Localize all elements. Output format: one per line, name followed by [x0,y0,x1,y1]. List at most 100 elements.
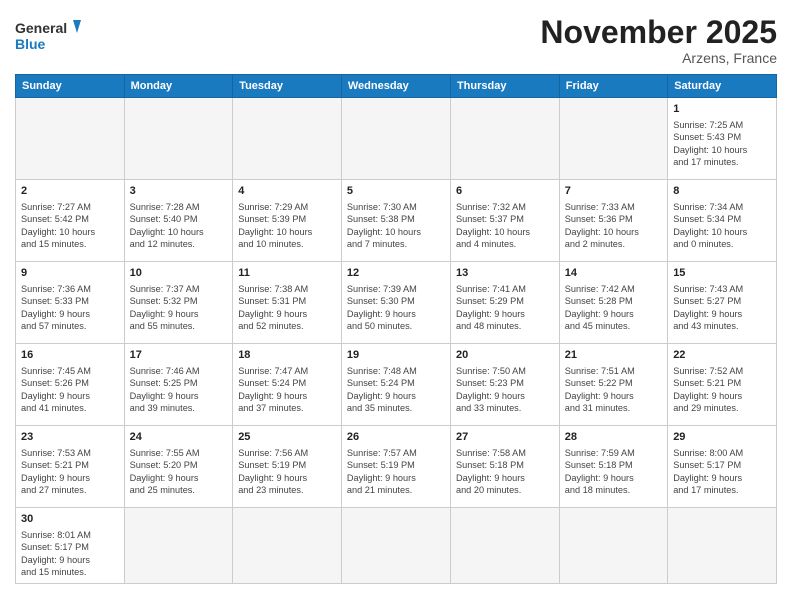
day-info: Sunrise: 7:38 AM Sunset: 5:31 PM Dayligh… [238,283,336,333]
month-title: November 2025 [540,15,777,50]
header-friday: Friday [559,75,667,98]
day-number: 9 [21,266,119,281]
day-number: 3 [130,184,228,199]
table-cell: 8 Sunrise: 7:34 AM Sunset: 5:34 PM Daylig… [668,180,777,262]
table-cell: 1 Sunrise: 7:25 AM Sunset: 5:43 PM Daylig… [668,98,777,180]
day-info: Sunrise: 7:47 AM Sunset: 5:24 PM Dayligh… [238,365,336,415]
day-info: Sunrise: 7:43 AM Sunset: 5:27 PM Dayligh… [673,283,771,333]
table-cell: 19 Sunrise: 7:48 AM Sunset: 5:24 PM Dayli… [341,344,450,426]
day-number: 26 [347,430,445,445]
day-info: Sunrise: 7:48 AM Sunset: 5:24 PM Dayligh… [347,365,445,415]
header-sunday: Sunday [16,75,125,98]
day-info: Sunrise: 7:27 AM Sunset: 5:42 PM Dayligh… [21,201,119,251]
day-info: Sunrise: 7:56 AM Sunset: 5:19 PM Dayligh… [238,447,336,497]
table-cell [124,508,233,584]
table-cell: 24 Sunrise: 7:55 AM Sunset: 5:20 PM Dayli… [124,426,233,508]
day-number: 28 [565,430,662,445]
day-number: 25 [238,430,336,445]
table-cell: 21Sunrise: 7:51 AM Sunset: 5:22 PM Dayli… [559,344,667,426]
day-number: 6 [456,184,554,199]
table-cell: 18 Sunrise: 7:47 AM Sunset: 5:24 PM Dayli… [233,344,342,426]
day-info: Sunrise: 7:55 AM Sunset: 5:20 PM Dayligh… [130,447,228,497]
table-cell: 27 Sunrise: 7:58 AM Sunset: 5:18 PM Dayli… [450,426,559,508]
day-number: 22 [673,348,771,363]
table-cell: 30Sunrise: 8:01 AM Sunset: 5:17 PM Dayli… [16,508,125,584]
day-info: Sunrise: 7:51 AM Sunset: 5:22 PM Dayligh… [565,365,662,415]
location: Arzens, France [540,50,777,66]
svg-text:General: General [15,20,67,36]
table-cell: 2Sunrise: 7:27 AM Sunset: 5:42 PM Daylig… [16,180,125,262]
day-info: Sunrise: 7:33 AM Sunset: 5:36 PM Dayligh… [565,201,662,251]
day-info: Sunrise: 7:25 AM Sunset: 5:43 PM Dayligh… [673,119,771,169]
day-number: 27 [456,430,554,445]
table-cell: 9 Sunrise: 7:36 AM Sunset: 5:33 PM Daylig… [16,262,125,344]
table-cell: 14 Sunrise: 7:42 AM Sunset: 5:28 PM Dayli… [559,262,667,344]
header: General Blue November 2025 Arzens, Franc… [15,15,777,66]
table-cell [559,508,667,584]
table-cell: 10 Sunrise: 7:37 AM Sunset: 5:32 PM Dayli… [124,262,233,344]
day-number: 10 [130,266,228,281]
day-info: Sunrise: 7:58 AM Sunset: 5:18 PM Dayligh… [456,447,554,497]
table-cell: 5Sunrise: 7:30 AM Sunset: 5:38 PM Daylig… [341,180,450,262]
table-cell [233,508,342,584]
table-cell [16,98,125,180]
day-info: Sunrise: 7:34 AM Sunset: 5:34 PM Dayligh… [673,201,771,251]
logo-svg: General Blue [15,15,85,57]
day-number: 12 [347,266,445,281]
table-cell [233,98,342,180]
svg-text:Blue: Blue [15,36,46,52]
calendar-table: Sunday Monday Tuesday Wednesday Thursday… [15,74,777,584]
table-cell: 25 Sunrise: 7:56 AM Sunset: 5:19 PM Dayli… [233,426,342,508]
day-info: Sunrise: 7:45 AM Sunset: 5:26 PM Dayligh… [21,365,119,415]
table-cell [450,508,559,584]
table-cell: 11 Sunrise: 7:38 AM Sunset: 5:31 PM Dayli… [233,262,342,344]
day-info: Sunrise: 7:52 AM Sunset: 5:21 PM Dayligh… [673,365,771,415]
table-cell: 15Sunrise: 7:43 AM Sunset: 5:27 PM Dayli… [668,262,777,344]
day-number: 13 [456,266,554,281]
day-info: Sunrise: 7:32 AM Sunset: 5:37 PM Dayligh… [456,201,554,251]
day-number: 8 [673,184,771,199]
day-number: 4 [238,184,336,199]
day-info: Sunrise: 7:53 AM Sunset: 5:21 PM Dayligh… [21,447,119,497]
table-cell [341,98,450,180]
day-info: Sunrise: 7:59 AM Sunset: 5:18 PM Dayligh… [565,447,662,497]
table-cell: 12 Sunrise: 7:39 AM Sunset: 5:30 PM Dayli… [341,262,450,344]
day-info: Sunrise: 7:37 AM Sunset: 5:32 PM Dayligh… [130,283,228,333]
table-cell: 4 Sunrise: 7:29 AM Sunset: 5:39 PM Daylig… [233,180,342,262]
day-number: 1 [673,102,771,117]
day-number: 23 [21,430,119,445]
table-cell: 23 Sunrise: 7:53 AM Sunset: 5:21 PM Dayli… [16,426,125,508]
day-number: 17 [130,348,228,363]
logo: General Blue [15,15,85,57]
day-info: Sunrise: 7:30 AM Sunset: 5:38 PM Dayligh… [347,201,445,251]
table-cell: 6 Sunrise: 7:32 AM Sunset: 5:37 PM Daylig… [450,180,559,262]
header-wednesday: Wednesday [341,75,450,98]
day-number: 24 [130,430,228,445]
day-number: 18 [238,348,336,363]
day-number: 14 [565,266,662,281]
calendar-page: General Blue November 2025 Arzens, Franc… [0,0,792,612]
day-number: 20 [456,348,554,363]
day-info: Sunrise: 7:41 AM Sunset: 5:29 PM Dayligh… [456,283,554,333]
day-number: 16 [21,348,119,363]
day-info: Sunrise: 7:28 AM Sunset: 5:40 PM Dayligh… [130,201,228,251]
day-info: Sunrise: 7:39 AM Sunset: 5:30 PM Dayligh… [347,283,445,333]
table-cell: 17Sunrise: 7:46 AM Sunset: 5:25 PM Dayli… [124,344,233,426]
day-number: 19 [347,348,445,363]
day-info: Sunrise: 7:50 AM Sunset: 5:23 PM Dayligh… [456,365,554,415]
table-cell: 20 Sunrise: 7:50 AM Sunset: 5:23 PM Dayli… [450,344,559,426]
day-info: Sunrise: 7:29 AM Sunset: 5:39 PM Dayligh… [238,201,336,251]
day-info: Sunrise: 8:01 AM Sunset: 5:17 PM Dayligh… [21,529,119,579]
table-cell: 3 Sunrise: 7:28 AM Sunset: 5:40 PM Daylig… [124,180,233,262]
table-cell [341,508,450,584]
table-cell [668,508,777,584]
day-number: 11 [238,266,336,281]
day-info: Sunrise: 8:00 AM Sunset: 5:17 PM Dayligh… [673,447,771,497]
table-cell: 26Sunrise: 7:57 AM Sunset: 5:19 PM Dayli… [341,426,450,508]
day-info: Sunrise: 7:42 AM Sunset: 5:28 PM Dayligh… [565,283,662,333]
header-tuesday: Tuesday [233,75,342,98]
day-info: Sunrise: 7:36 AM Sunset: 5:33 PM Dayligh… [21,283,119,333]
table-cell: 7Sunrise: 7:33 AM Sunset: 5:36 PM Daylig… [559,180,667,262]
day-number: 29 [673,430,771,445]
table-cell [124,98,233,180]
